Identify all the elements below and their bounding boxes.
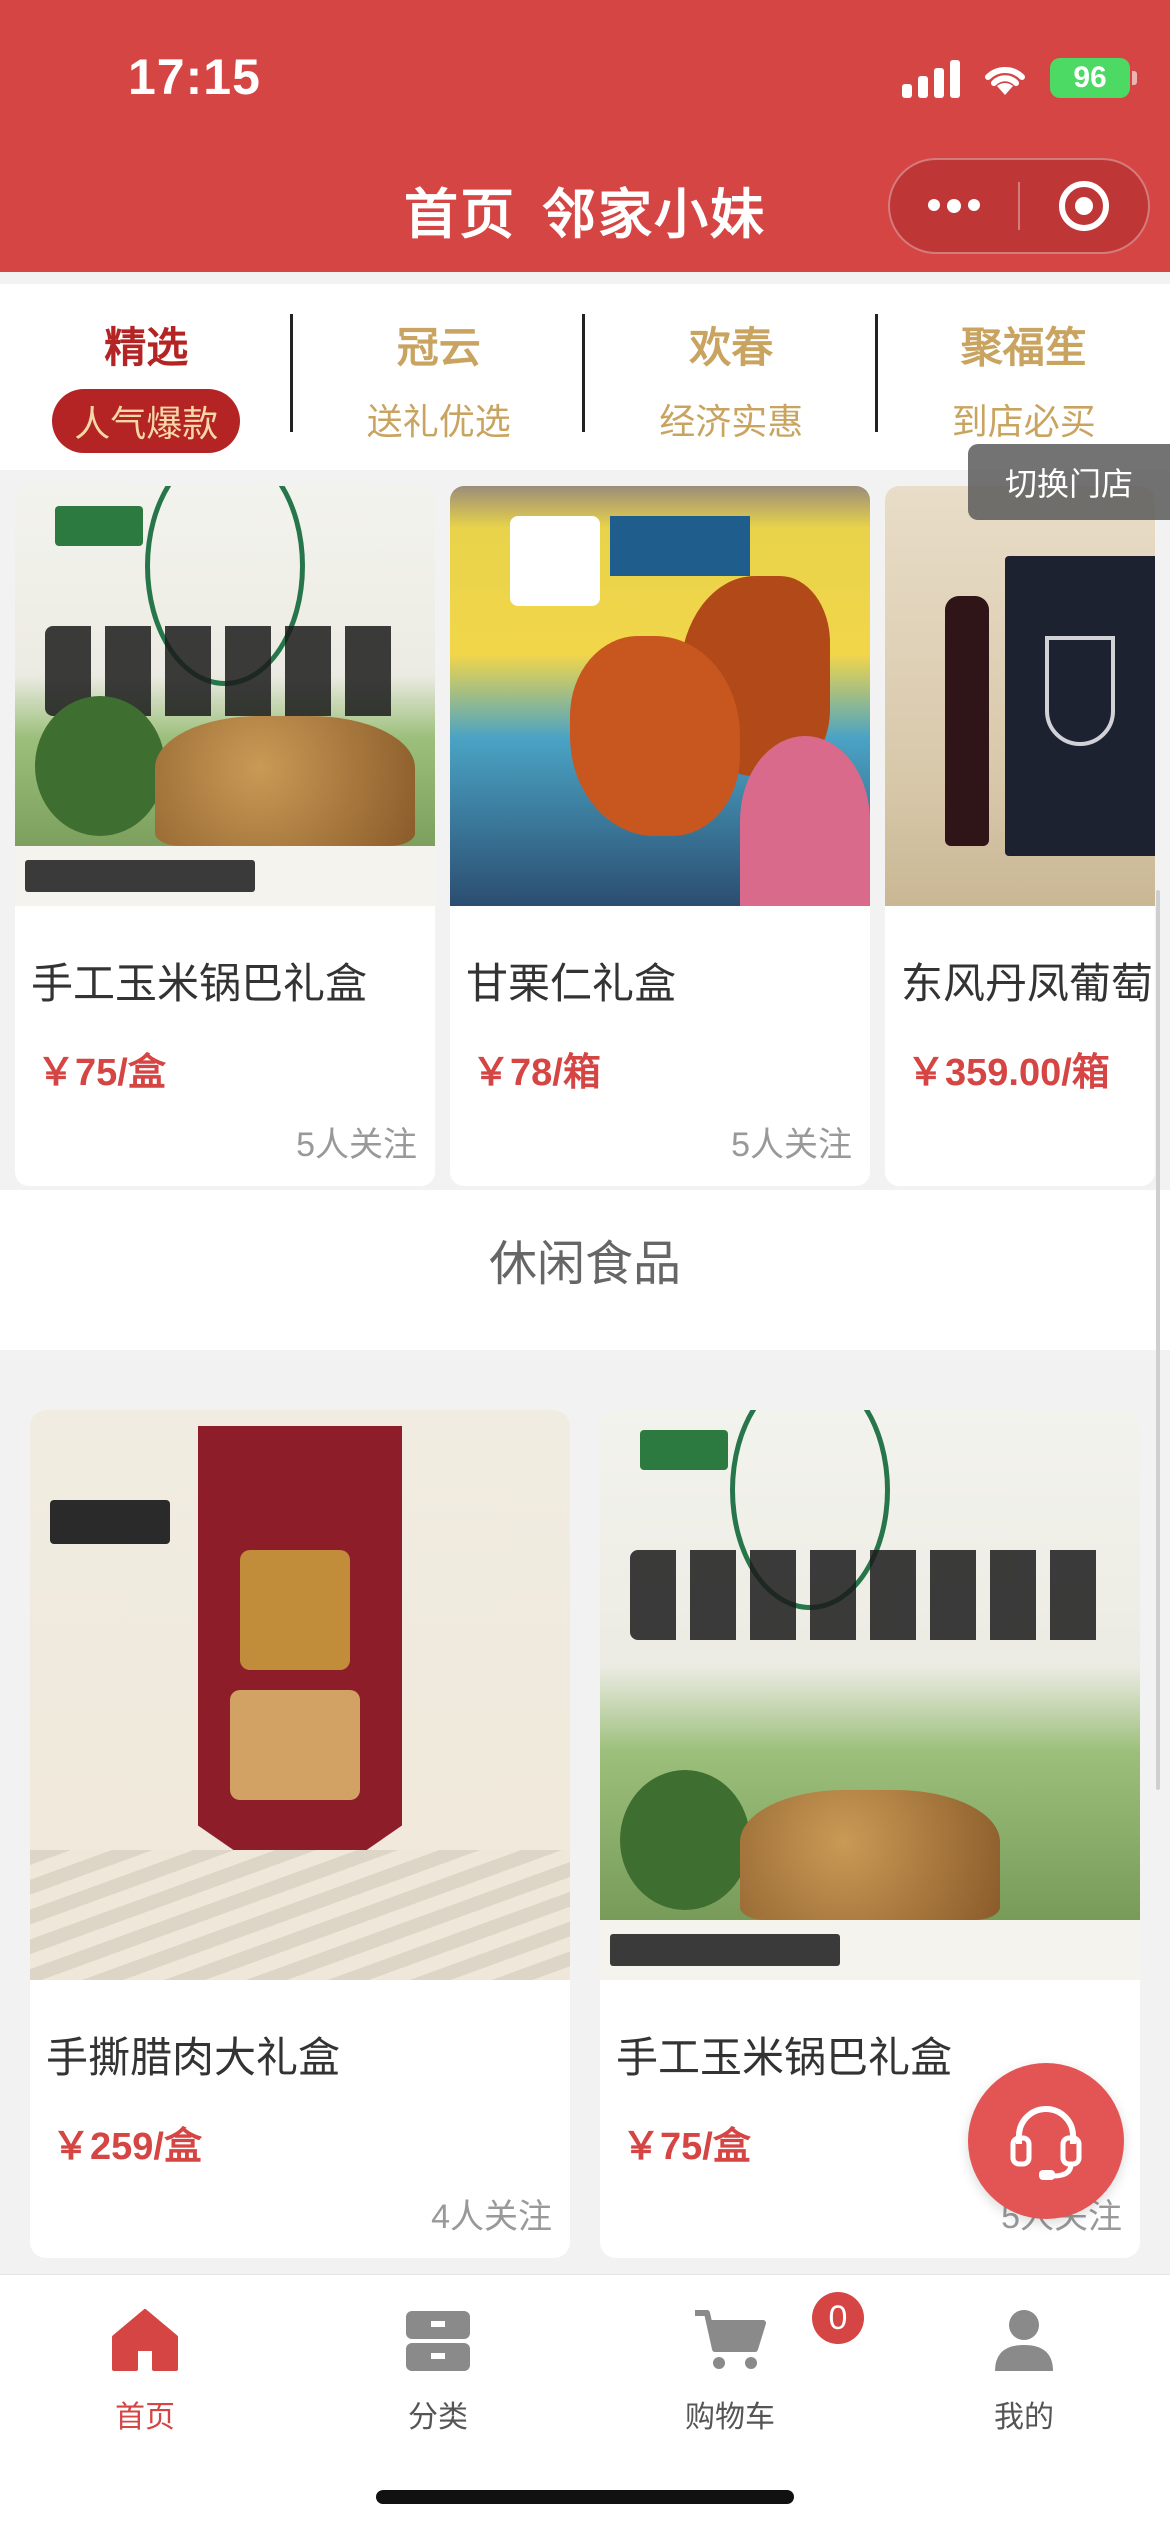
signal-icon <box>902 58 960 98</box>
tab-jufusheng[interactable]: 聚福笙 到店必买 <box>878 284 1170 470</box>
product-name: 甘栗仁礼盒 <box>466 960 677 1007</box>
battery-level: 96 <box>1073 61 1107 94</box>
product-image <box>30 1410 570 1980</box>
tab-subtitle: 送礼优选 <box>366 401 511 442</box>
home-indicator <box>376 2490 794 2504</box>
tab-name: 冠云 <box>396 324 481 371</box>
product-price: ￥78/箱 <box>472 1052 601 1094</box>
cart-count-badge: 0 <box>812 2292 864 2344</box>
product-card[interactable]: 东风丹凤葡萄 ￥359.00/箱 <box>885 486 1155 1186</box>
product-name: 手撕腊肉大礼盒 <box>46 2034 341 2081</box>
tab-name: 精选 <box>104 324 189 371</box>
category-tabs: 精选 人气爆款 冠云 送礼优选 欢春 经济实惠 聚福笙 到店必买 <box>0 284 1170 470</box>
close-miniprogram-button[interactable] <box>1020 160 1148 252</box>
page-title-store: 邻家小妹 <box>542 185 766 245</box>
product-image <box>15 486 435 906</box>
tab-name: 欢春 <box>689 324 774 371</box>
cart-icon <box>695 2310 766 2369</box>
status-icons: 96 <box>902 50 1137 106</box>
follow-count: 5人关注 <box>296 1126 417 1164</box>
page-title-home: 首页 <box>404 185 516 245</box>
tabbar-label: 分类 <box>408 2401 468 2434</box>
follow-count: 4人关注 <box>431 2198 552 2236</box>
customer-service-button[interactable] <box>968 2063 1124 2219</box>
tab-subtitle: 人气爆款 <box>52 389 241 453</box>
more-dots-icon <box>928 199 980 213</box>
tabbar-item-mine[interactable]: 我的 <box>924 2292 1124 2436</box>
tab-jingxuan[interactable]: 精选 人气爆款 <box>0 284 293 470</box>
product-card[interactable]: 甘栗仁礼盒 ￥78/箱 5人关注 <box>450 486 870 1186</box>
more-button[interactable] <box>890 160 1018 252</box>
headset-icon <box>1010 2106 1082 2180</box>
tabbar-item-home[interactable]: 首页 <box>45 2292 245 2436</box>
product-name: 东风丹凤葡萄 <box>901 960 1154 1007</box>
category-icon <box>406 2311 470 2371</box>
product-image <box>600 1410 1140 1980</box>
tab-subtitle: 经济实惠 <box>659 401 804 442</box>
section-title: 休闲食品 <box>0 1190 1170 1350</box>
tab-name: 聚福笙 <box>960 324 1087 371</box>
tab-guanyun[interactable]: 冠云 送礼优选 <box>293 284 585 470</box>
tabbar-label: 我的 <box>994 2401 1054 2434</box>
tabbar-label: 购物车 <box>685 2401 775 2434</box>
product-name: 手工玉米锅巴礼盒 <box>31 960 368 1007</box>
product-price: ￥359.00/箱 <box>907 1052 1110 1094</box>
app-header: 17:15 96 首页 邻家小妹 <box>0 0 1170 272</box>
tabbar-item-cart[interactable]: 购物车 <box>630 2292 830 2436</box>
status-time: 17:15 <box>128 49 261 105</box>
miniprogram-capsule <box>888 158 1150 254</box>
home-icon <box>112 2309 178 2371</box>
follow-count: 5人关注 <box>731 1126 852 1164</box>
tab-huanchun[interactable]: 欢春 经济实惠 <box>585 284 878 470</box>
featured-product-row[interactable]: 手工玉米锅巴礼盒 ￥75/盒 5人关注 甘栗仁礼盒 ￥78/箱 5人关注 东风丹… <box>0 470 1170 1190</box>
scrollbar[interactable] <box>1156 890 1160 1790</box>
product-card[interactable]: 手工玉米锅巴礼盒 ￥75/盒 5人关注 <box>15 486 435 1186</box>
target-icon <box>1059 181 1109 231</box>
product-price: ￥75/盒 <box>37 1052 166 1094</box>
switch-store-button[interactable]: 切换门店 <box>968 444 1170 520</box>
user-icon <box>995 2310 1053 2371</box>
product-image <box>885 486 1155 906</box>
product-image <box>450 486 870 906</box>
wifi-icon <box>985 66 1025 95</box>
product-price: ￥259/盒 <box>52 2126 202 2168</box>
tabbar-label: 首页 <box>115 2401 175 2434</box>
battery-icon: 96 <box>1050 58 1137 98</box>
tab-subtitle: 到店必买 <box>951 401 1096 442</box>
product-card[interactable]: 手撕腊肉大礼盒 ￥259/盒 4人关注 <box>30 1410 570 2258</box>
tabbar-item-category[interactable]: 分类 <box>338 2292 538 2436</box>
